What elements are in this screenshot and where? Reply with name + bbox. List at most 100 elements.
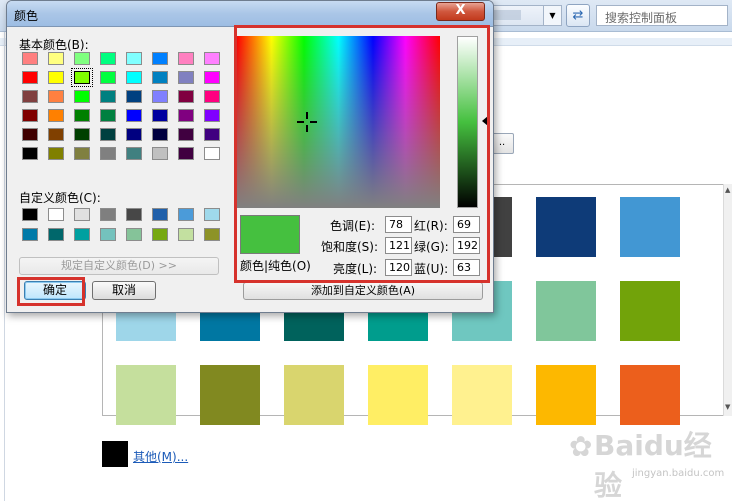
custom-color-swatch[interactable]: [48, 208, 64, 221]
basic-color-swatch[interactable]: [126, 109, 142, 122]
basic-color-swatch[interactable]: [74, 90, 90, 103]
theme-color-swatch[interactable]: [536, 365, 596, 425]
theme-color-swatch[interactable]: [620, 197, 680, 257]
basic-color-swatch[interactable]: [178, 109, 194, 122]
panel-scrollbar[interactable]: ▲ ▼: [723, 184, 732, 416]
background-divider: [4, 32, 5, 501]
theme-color-swatch[interactable]: [368, 365, 428, 425]
more-colors-link[interactable]: 其他(M)...: [133, 448, 188, 465]
theme-color-swatch[interactable]: [452, 365, 512, 425]
dialog-titlebar[interactable]: 颜色 X: [7, 1, 493, 27]
cancel-button[interactable]: 取消: [92, 281, 156, 300]
custom-color-swatch[interactable]: [22, 228, 38, 241]
basic-color-swatch[interactable]: [178, 128, 194, 141]
custom-color-swatch[interactable]: [178, 208, 194, 221]
scroll-up-icon[interactable]: ▲: [725, 186, 730, 194]
theme-color-swatch[interactable]: [536, 281, 596, 341]
theme-color-swatch[interactable]: [284, 365, 344, 425]
watermark-url: jingyan.baidu.com: [632, 468, 725, 479]
basic-color-swatch[interactable]: [152, 52, 168, 65]
custom-color-swatch[interactable]: [126, 208, 142, 221]
basic-color-swatch[interactable]: [178, 147, 194, 160]
highlight-box-custom-panel: [234, 25, 490, 283]
theme-color-swatch[interactable]: [536, 197, 596, 257]
basic-color-swatch[interactable]: [204, 90, 220, 103]
basic-color-swatch[interactable]: [152, 90, 168, 103]
basic-color-swatch[interactable]: [48, 71, 64, 84]
theme-color-swatch[interactable]: [200, 365, 260, 425]
custom-color-swatch[interactable]: [100, 208, 116, 221]
refresh-button[interactable]: ⇄: [566, 4, 590, 27]
custom-color-swatch[interactable]: [100, 228, 116, 241]
custom-color-swatch[interactable]: [48, 228, 64, 241]
custom-color-swatch[interactable]: [22, 208, 38, 221]
theme-color-swatch[interactable]: [116, 365, 176, 425]
custom-colors-label: 自定义颜色(C):: [19, 191, 101, 205]
refresh-icon: ⇄: [572, 8, 584, 23]
baidu-paw-icon: ✿: [569, 430, 593, 463]
custom-color-swatch[interactable]: [204, 208, 220, 221]
basic-colors-label: 基本颜色(B):: [19, 38, 89, 52]
highlight-box-ok-button: [17, 277, 85, 306]
basic-color-swatch[interactable]: [204, 147, 220, 160]
basic-color-swatch[interactable]: [48, 90, 64, 103]
basic-color-swatch[interactable]: [100, 109, 116, 122]
basic-color-swatch[interactable]: [152, 128, 168, 141]
basic-color-swatch[interactable]: [74, 147, 90, 160]
theme-color-swatch[interactable]: [620, 281, 680, 341]
close-button[interactable]: X: [436, 2, 485, 21]
basic-color-swatch[interactable]: [100, 71, 116, 84]
custom-color-swatch[interactable]: [74, 208, 90, 221]
dialog-title: 颜色: [14, 9, 39, 23]
custom-color-swatch[interactable]: [126, 228, 142, 241]
basic-color-swatch[interactable]: [126, 71, 142, 84]
custom-color-swatch[interactable]: [152, 208, 168, 221]
add-to-custom-colors-button[interactable]: 添加到自定义颜色(A): [243, 282, 483, 300]
basic-color-swatch[interactable]: [22, 52, 38, 65]
search-placeholder: 搜索控制面板: [605, 11, 678, 25]
basic-color-swatch[interactable]: [126, 52, 142, 65]
basic-color-swatch[interactable]: [100, 90, 116, 103]
close-icon: X: [455, 3, 466, 18]
basic-color-swatch[interactable]: [152, 147, 168, 160]
basic-color-swatch[interactable]: [22, 147, 38, 160]
basic-color-swatch[interactable]: [74, 52, 90, 65]
basic-color-swatch[interactable]: [48, 109, 64, 122]
basic-color-swatch[interactable]: [71, 68, 93, 87]
basic-color-swatch[interactable]: [126, 147, 142, 160]
basic-color-swatch[interactable]: [48, 128, 64, 141]
scroll-down-icon[interactable]: ▼: [725, 403, 730, 411]
theme-color-swatch[interactable]: [620, 365, 680, 425]
basic-color-swatch[interactable]: [74, 109, 90, 122]
basic-color-swatch[interactable]: [22, 90, 38, 103]
search-box[interactable]: 搜索控制面板: [596, 5, 728, 26]
watermark-brand: Baidu经验: [594, 429, 712, 501]
custom-color-swatch[interactable]: [152, 228, 168, 241]
basic-color-swatch[interactable]: [178, 52, 194, 65]
basic-color-swatch[interactable]: [126, 128, 142, 141]
basic-color-swatch[interactable]: [48, 147, 64, 160]
custom-color-swatch[interactable]: [74, 228, 90, 241]
basic-color-swatch[interactable]: [22, 128, 38, 141]
basic-color-swatch[interactable]: [178, 71, 194, 84]
basic-color-swatch[interactable]: [126, 90, 142, 103]
define-custom-colors-button[interactable]: 规定自定义颜色(D) >>: [19, 257, 219, 275]
basic-color-swatch[interactable]: [100, 147, 116, 160]
basic-color-swatch[interactable]: [22, 71, 38, 84]
basic-color-swatch[interactable]: [204, 52, 220, 65]
basic-color-swatch[interactable]: [178, 90, 194, 103]
basic-color-swatch[interactable]: [152, 71, 168, 84]
basic-color-swatch[interactable]: [204, 109, 220, 122]
custom-color-swatch[interactable]: [178, 228, 194, 241]
basic-color-swatch[interactable]: [100, 128, 116, 141]
basic-color-swatch[interactable]: [74, 128, 90, 141]
basic-color-swatch[interactable]: [204, 71, 220, 84]
basic-color-swatch[interactable]: [22, 109, 38, 122]
basic-color-swatch[interactable]: [152, 109, 168, 122]
more-colors-swatch[interactable]: [102, 441, 128, 467]
basic-color-swatch[interactable]: [204, 128, 220, 141]
basic-color-swatch[interactable]: [48, 52, 64, 65]
address-dropdown-button[interactable]: ▼: [543, 5, 562, 26]
custom-color-swatch[interactable]: [204, 228, 220, 241]
basic-color-swatch[interactable]: [100, 52, 116, 65]
